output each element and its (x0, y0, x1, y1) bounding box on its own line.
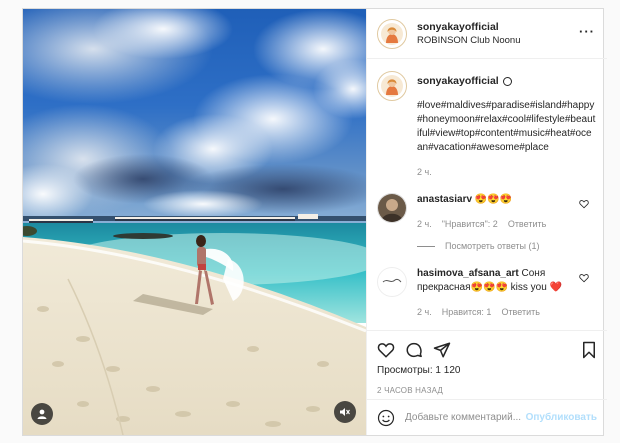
emoji-icon[interactable] (377, 409, 395, 427)
post-header: sonyakayofficial ROBINSON Club Noonu ··· (367, 9, 607, 59)
view-replies-button[interactable]: Посмотреть ответы (1) (417, 241, 597, 251)
post-video[interactable] (23, 9, 366, 435)
post-username[interactable]: sonyakayofficial (417, 20, 520, 34)
reply-button[interactable]: Ответить (501, 307, 539, 317)
avatar-image (379, 269, 405, 295)
add-comment-bar: Опубликовать (367, 399, 607, 435)
comment-username[interactable]: anastasiarv (417, 194, 472, 205)
views-count[interactable]: Просмотры: 1 120 (377, 365, 597, 376)
comment-avatar[interactable] (377, 193, 407, 223)
post-panel: sonyakayofficial ROBINSON Club Noonu ··· (366, 9, 607, 435)
user-icon (37, 409, 47, 419)
more-dots-icon[interactable]: ··· (579, 25, 595, 38)
comment-username[interactable]: hasimova_afsana_art (417, 268, 519, 279)
comment-likes[interactable]: Нравится: 1 (442, 307, 492, 317)
comment-likes[interactable]: "Нравится": 2 (442, 219, 498, 229)
sound-off-icon (340, 408, 350, 416)
comment-time[interactable]: 2 ч. (417, 307, 432, 317)
instagram-post: sonyakayofficial ROBINSON Club Noonu ··· (22, 8, 607, 436)
comment-item: anastasiarv 😍😍😍 2 ч. "Нравится": 2 Ответ… (377, 193, 597, 229)
reply-button[interactable]: Ответить (508, 219, 546, 229)
post-time-ago[interactable]: 2 ЧАСОВ НАЗАД (377, 386, 597, 395)
avatar-image (381, 22, 403, 45)
share-icon[interactable] (433, 341, 451, 359)
caption-time[interactable]: 2 ч. (417, 167, 597, 177)
heart-outline-icon (502, 76, 512, 86)
comment-item: hasimova_afsana_art Соня прекрасная😍😍😍 k… (377, 267, 597, 317)
views-number: 1 120 (435, 365, 461, 376)
caption-avatar[interactable] (377, 71, 407, 101)
like-heart-icon[interactable] (377, 341, 395, 359)
caption: sonyakayofficial #love#maldives#paradise… (377, 71, 597, 177)
beach-scene-image (23, 9, 366, 435)
tagged-user-button[interactable] (31, 403, 53, 425)
comment-input[interactable] (405, 412, 525, 423)
replies-divider (417, 245, 435, 247)
caption-text: #love#maldives#paradise#island#happy#hon… (417, 100, 596, 153)
comment-time[interactable]: 2 ч. (417, 219, 432, 229)
comment-icon[interactable] (405, 341, 423, 359)
views-label: Просмотры: (377, 365, 433, 376)
comments-list: sonyakayofficial #love#maldives#paradise… (367, 59, 607, 330)
comment-avatar[interactable] (377, 267, 407, 297)
post-location[interactable]: ROBINSON Club Noonu (417, 34, 520, 48)
comment-text: 😍😍😍 (474, 194, 513, 205)
avatar-image (381, 75, 403, 97)
caption-username[interactable]: sonyakayofficial (417, 75, 499, 87)
like-heart-icon[interactable] (579, 199, 589, 209)
view-replies-label: Посмотреть ответы (1) (445, 241, 540, 251)
bookmark-icon[interactable] (581, 341, 597, 359)
publish-button[interactable]: Опубликовать (526, 412, 597, 423)
like-heart-icon[interactable] (579, 273, 589, 283)
avatar-image (378, 194, 406, 222)
post-actions: Просмотры: 1 120 2 ЧАСОВ НАЗАД (367, 330, 607, 399)
avatar[interactable] (377, 18, 407, 49)
mute-button[interactable] (334, 401, 356, 423)
